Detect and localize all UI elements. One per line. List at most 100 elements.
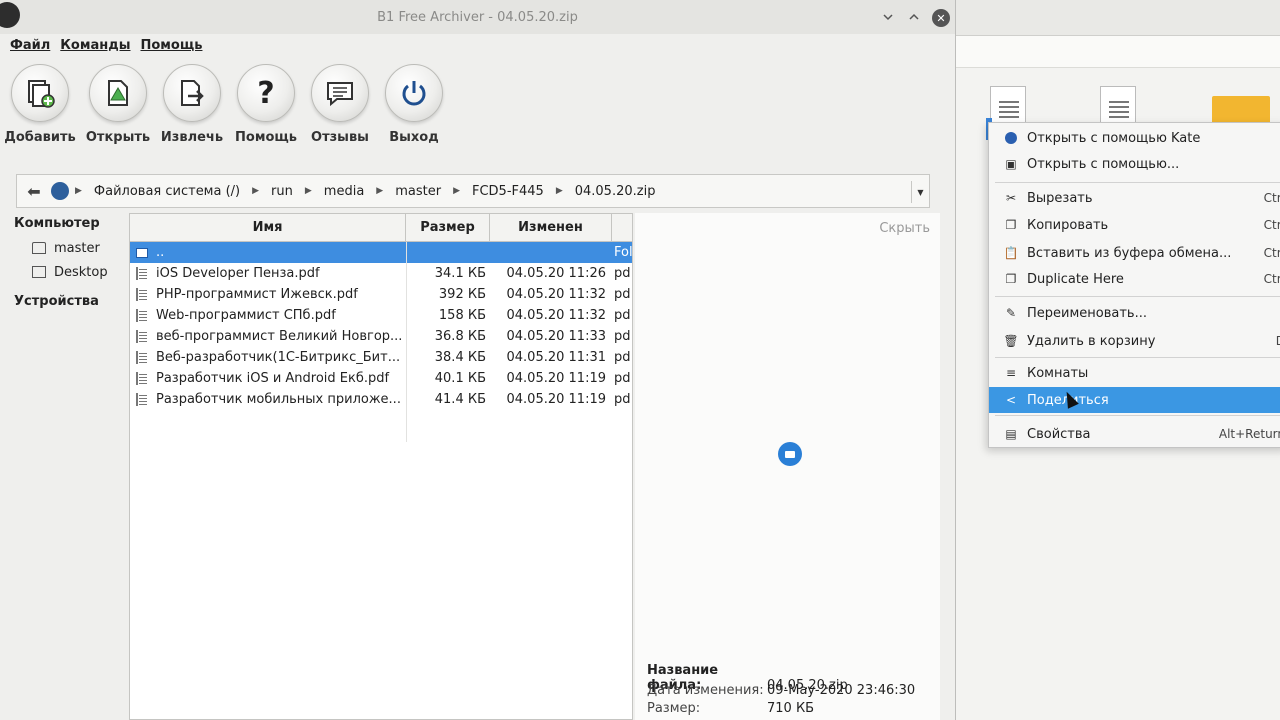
file-list-header: Имя Размер Изменен (130, 214, 632, 242)
table-row[interactable]: Web-программист СПб.pdf 158 КБ 04.05.20 … (130, 305, 632, 326)
sidebar-devices-header: Устройства (14, 294, 99, 309)
column-header-modified[interactable]: Изменен (490, 214, 612, 241)
close-icon[interactable]: ✕ (932, 9, 950, 27)
path-segment[interactable]: run (271, 184, 293, 199)
menu-item-shortcut: Ctrl (1263, 218, 1280, 232)
menu-item-label: Открыть с помощью... (1027, 156, 1180, 172)
menu-file[interactable]: Файл (10, 38, 50, 53)
menu-item-trash[interactable]: 🗑 Удалить в корзину D (989, 328, 1280, 354)
power-icon (385, 64, 443, 122)
extract-button[interactable]: Извлечь (152, 64, 232, 145)
path-segment[interactable]: FCD5-F445 (472, 184, 544, 199)
file-size: 34.1 КБ (434, 266, 486, 281)
help-icon: ? (237, 64, 295, 122)
file-type: Fol (614, 245, 632, 260)
paste-icon: 📋 (1003, 246, 1019, 260)
file-name: веб-программист Великий Новгор... (156, 329, 403, 344)
path-dropdown-icon[interactable]: ▼ (911, 181, 929, 203)
file-name: iOS Developer Пенза.pdf (156, 266, 320, 281)
file-size: 40.1 КБ (434, 371, 486, 386)
menu-separator (995, 296, 1280, 297)
menu-item-properties[interactable]: ▤ Свойства Alt+Return (989, 421, 1280, 447)
titlebar: B1 Free Archiver - 04.05.20.zip ✕ (0, 0, 955, 34)
toolbar: Добавить Открыть Извлечь ? Помощь Отзывы (0, 56, 955, 166)
trash-icon: 🗑 (1003, 334, 1019, 348)
menu-item-open-with[interactable]: ▣ Открыть с помощью... (989, 151, 1280, 177)
sidebar-item-master[interactable]: master (14, 236, 126, 260)
drive-icon (51, 182, 69, 200)
menu-item-rename[interactable]: ✎ Переименовать... (989, 300, 1280, 326)
background-toolbar (950, 36, 1280, 68)
menu-help[interactable]: Помощь (141, 38, 203, 53)
table-row[interactable]: Разработчик мобильных приложе... 41.4 КБ… (130, 389, 632, 410)
file-type: pd (614, 392, 631, 407)
context-menu: Открыть с помощью Kate ▣ Открыть с помощ… (988, 122, 1280, 448)
menu-item-copy[interactable]: ❐ Копировать Ctrl (989, 212, 1280, 238)
pdf-file-icon (136, 351, 148, 364)
table-row[interactable]: Разработчик iOS и Android Екб.pdf 40.1 К… (130, 368, 632, 389)
menu-item-open-with-kate[interactable]: Открыть с помощью Kate (989, 125, 1280, 151)
path-separator-icon: ▶ (252, 186, 260, 196)
path-segment[interactable]: media (324, 184, 365, 199)
file-size: 392 КБ (438, 287, 486, 302)
menu-commands[interactable]: Команды (60, 38, 130, 53)
file-name: Разработчик iOS и Android Екб.pdf (156, 371, 390, 386)
file-size: 41.4 КБ (434, 392, 486, 407)
copy-icon: ❐ (1005, 218, 1017, 232)
rename-icon: ✎ (1005, 306, 1017, 320)
menu-separator (995, 357, 1280, 358)
table-row[interactable]: Веб-разработчик(1С-Битрикс_Бит... 38.4 К… (130, 347, 632, 368)
back-arrow-icon[interactable]: ⬅ (17, 182, 51, 201)
open-button[interactable]: Открыть (78, 64, 158, 145)
feedback-label: Отзывы (311, 130, 369, 145)
sidebar-item-desktop[interactable]: Desktop (14, 260, 126, 284)
hide-preview-link[interactable]: Скрыть (879, 221, 930, 236)
pdf-file-icon (136, 393, 148, 406)
column-divider (406, 242, 407, 442)
table-row-parent[interactable]: .. Fol (130, 242, 632, 263)
add-button[interactable]: Добавить (0, 64, 80, 145)
exit-button[interactable]: Выход (374, 64, 454, 145)
file-list: Имя Размер Изменен .. Fol iOS Developer … (129, 213, 633, 720)
menu-item-activities[interactable]: ≡ Комнаты (989, 360, 1280, 386)
app-icon[interactable] (0, 2, 20, 28)
column-header-name[interactable]: Имя (130, 214, 406, 241)
help-button[interactable]: ? Помощь (226, 64, 306, 145)
file-name: Веб-разработчик(1С-Битрикс_Бит... (156, 350, 401, 365)
menu-item-label: Вырезать (1027, 190, 1093, 206)
column-header-type[interactable] (612, 214, 632, 241)
menu-item-label: Вставить из буфера обмена... (1027, 245, 1232, 261)
menu-item-share[interactable]: < Поделиться (989, 387, 1280, 413)
menu-item-shortcut: Ctrl (1263, 246, 1280, 260)
meta-modified: Дата изменения: 09-May-2020 23:46:30 (647, 683, 915, 698)
menu-item-duplicate[interactable]: ❐ Duplicate Here Ctrl (989, 266, 1280, 292)
table-row[interactable]: веб-программист Великий Новгор... 36.8 К… (130, 326, 632, 347)
meta-modified-label: Дата изменения: (647, 683, 764, 698)
file-date: 04.05.20 11:32 (506, 287, 607, 302)
pdf-file-icon (136, 372, 148, 385)
file-type: pd (614, 308, 631, 323)
menu-item-cut[interactable]: ✂ Вырезать Ctrl (989, 185, 1280, 211)
menu-item-paste[interactable]: 📋 Вставить из буфера обмена... Ctrl (989, 240, 1280, 266)
menubar: Файл Команды Помощь (0, 34, 955, 56)
menu-item-label: Копировать (1027, 217, 1109, 233)
file-date: 04.05.20 11:33 (506, 329, 607, 344)
minimize-icon[interactable] (880, 9, 896, 25)
feedback-button[interactable]: Отзывы (300, 64, 380, 145)
maximize-icon[interactable] (906, 9, 922, 25)
table-row[interactable]: iOS Developer Пенза.pdf 34.1 КБ 04.05.20… (130, 263, 632, 284)
column-header-size[interactable]: Размер (406, 214, 490, 241)
file-name: .. (156, 245, 165, 260)
file-size: 158 КБ (438, 308, 486, 323)
path-separator-icon: ▶ (75, 186, 82, 196)
path-segment[interactable]: master (395, 184, 441, 199)
table-row[interactable]: PHP-программист Ижевск.pdf 392 КБ 04.05.… (130, 284, 632, 305)
path-segment-current[interactable]: 04.05.20.zip (575, 184, 656, 199)
file-type: pd (614, 287, 631, 302)
exit-label: Выход (389, 130, 439, 145)
path-segment[interactable]: Файловая система (/) (94, 184, 240, 199)
file-type: pd (614, 266, 631, 281)
pdf-file-icon (136, 267, 148, 280)
kate-icon (1003, 130, 1019, 146)
file-date: 04.05.20 11:26 (506, 266, 607, 281)
